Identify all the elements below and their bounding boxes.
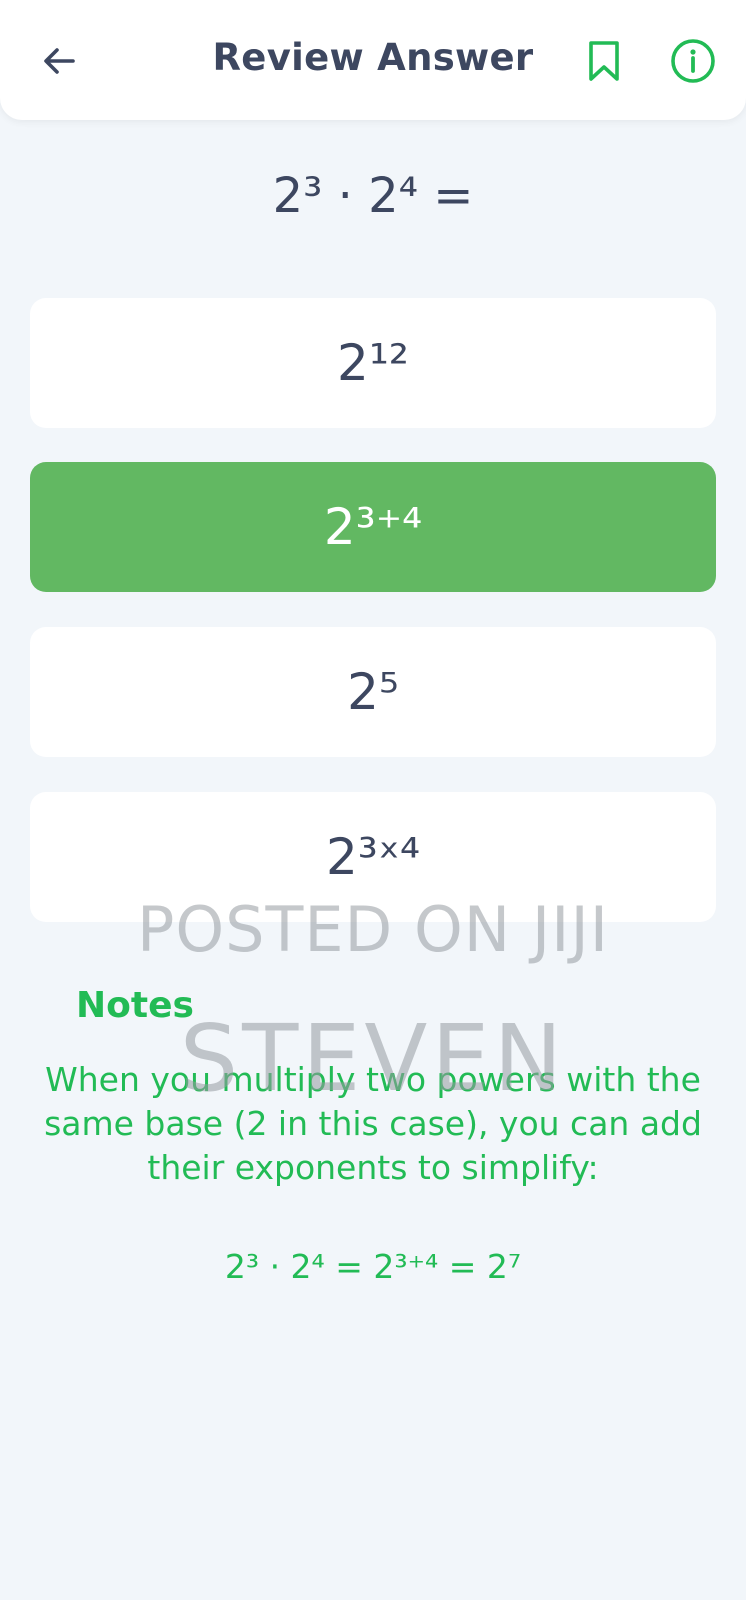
answer-option-label: 2⁵ <box>347 663 399 721</box>
bookmark-icon <box>589 41 619 81</box>
answer-option-label: 2¹² <box>337 334 409 392</box>
answer-option-label: 2³ˣ⁴ <box>325 828 421 886</box>
question-text: 2³ · 2⁴ = <box>272 168 474 224</box>
page-title: Review Answer <box>212 36 534 79</box>
top-app-bar: Review Answer <box>0 0 746 120</box>
bookmark-button[interactable] <box>582 38 626 84</box>
review-answer-screen: Review Answer 2³ · 2⁴ = 2¹² 2³⁺⁴ 2⁵ 2³ˣ⁴… <box>0 0 746 1600</box>
notes-heading: Notes <box>76 985 194 1026</box>
info-icon <box>671 39 715 83</box>
notes-formula: 2³ · 2⁴ = 2³⁺⁴ = 2⁷ <box>224 1247 522 1286</box>
answer-option-4[interactable]: 2³ˣ⁴ <box>30 792 716 922</box>
info-button[interactable] <box>668 36 718 86</box>
notes-body: When you multiply two powers with the sa… <box>44 1060 702 1187</box>
answer-option-2-selected[interactable]: 2³⁺⁴ <box>30 462 716 592</box>
answer-option-1[interactable]: 2¹² <box>30 298 716 428</box>
answer-option-label: 2³⁺⁴ <box>323 498 423 556</box>
answer-option-3[interactable]: 2⁵ <box>30 627 716 757</box>
